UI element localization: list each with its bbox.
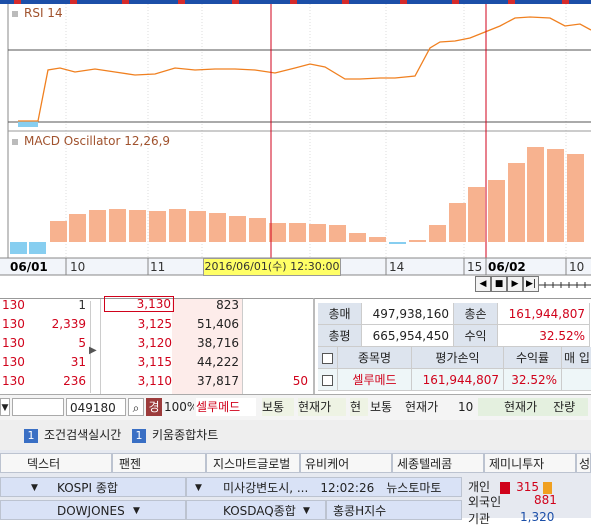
orderbook-row[interactable]: 130 1 3,130 823 [0, 295, 313, 314]
macd-bars [10, 147, 584, 254]
date-label: 06/02 [488, 260, 526, 274]
index-kospi[interactable]: ▼ KOSPI 종합 [0, 477, 186, 497]
ticker-stock[interactable]: 유비케어 [300, 453, 392, 473]
order-type-2[interactable]: 보통 [370, 398, 402, 416]
total-eval-label: 총평 [318, 325, 362, 347]
account-input[interactable] [12, 398, 64, 416]
price-type-2[interactable]: 현재가 [405, 398, 455, 416]
total-pl-label: 총손 [454, 303, 498, 325]
ticker-stock[interactable]: 세종텔레콤 [392, 453, 484, 473]
order-type-1[interactable]: 보통 [262, 398, 294, 416]
holding-pl: 161,944,807 [412, 369, 504, 391]
total-pl-value: 161,944,807 [498, 303, 590, 325]
next-button[interactable]: ▶ [507, 276, 523, 292]
date-label: 06/01 [10, 260, 48, 274]
chart-canvas [0, 0, 591, 296]
holding-name[interactable]: 셀루메드 [338, 369, 412, 391]
price-type-1b[interactable]: 현 [350, 398, 368, 416]
index-hsce[interactable]: 홍콩H지수 [326, 500, 462, 520]
chart-panel[interactable]: RSI 14 MACD Oscillator 12,26,9 06/01 10 … [0, 0, 591, 298]
orderbook-row[interactable]: 130 31 3,115 44,222 [0, 352, 313, 371]
date-label: 15 [467, 260, 483, 274]
prev-button[interactable]: ◀ [475, 276, 491, 292]
ticker-stock[interactable]: 제미니투자 [484, 453, 576, 473]
tab-condition-search[interactable]: 1 조건검색실시간 [24, 426, 121, 444]
orderbook-row[interactable]: 130 236 3,110 37,817 50 [0, 371, 313, 390]
date-label: 10 [70, 260, 86, 274]
stock-code-input[interactable]: 049180 [66, 398, 126, 416]
ticker-stock[interactable]: 지스마트글로벌 [206, 453, 300, 473]
index-kosdaq[interactable]: KOSDAQ종합 ▼ [186, 500, 326, 520]
investor-foreign-label: 외국인 [468, 495, 502, 509]
stop-button[interactable]: ■ [491, 276, 507, 292]
index-dowjones[interactable]: DOWJONES ▼ [0, 500, 186, 520]
warning-badge: 경 [146, 398, 162, 416]
balance-panel: 총매 497,938,160 총손 161,944,807 총평 665,954… [313, 298, 591, 395]
col-rate-header[interactable]: 수익률 [504, 347, 562, 369]
select-all-checkbox[interactable] [318, 347, 338, 369]
return-value: 32.52% [498, 325, 590, 347]
end-button[interactable]: ▶| [523, 276, 539, 292]
window-tabs: 1 조건검색실시간 1 키움종합차트 [0, 420, 591, 450]
row-checkbox[interactable] [318, 369, 338, 391]
holding-rate: 32.52% [504, 369, 562, 391]
date-label: 11 [150, 260, 166, 274]
margin-rate: 100% [164, 400, 194, 414]
dropdown-icon[interactable]: ▼ [0, 398, 10, 416]
orderbook: ▶ 130 1 3,130 823 130 2,339 3,125 51,406… [0, 295, 313, 395]
order-toolbar: ▼ 049180 ⌕ 경 100% 셀루메드 보통 현재가 현 보통 현재가 1… [0, 394, 591, 422]
ticker-stock[interactable]: 성 [576, 453, 591, 473]
stock-name: 셀루메드 [196, 398, 256, 416]
price-type-1[interactable]: 현재가 [298, 398, 346, 416]
tab-chart[interactable]: 1 키움종합차트 [132, 426, 218, 444]
total-eval-value: 665,954,450 [362, 325, 454, 347]
date-label: 10 [569, 260, 585, 274]
col-buy-header[interactable]: 매 입 [562, 347, 591, 369]
ticker-stock[interactable]: 팬젠 [112, 453, 206, 473]
investor-inst-value: 1,320 [520, 510, 555, 524]
investor-foreign-value: 881 [534, 493, 557, 507]
date-label: 14 [389, 260, 405, 274]
return-label: 수익 [454, 325, 498, 347]
rsi-label: RSI 14 [12, 6, 63, 20]
total-buy-label: 총매 [318, 303, 362, 325]
total-buy-value: 497,938,160 [362, 303, 454, 325]
col-pl-header[interactable]: 평가손익 [412, 347, 504, 369]
news-ticker[interactable]: ▼ 미사강변도시, ... 12:02:26 뉴스토마토 [186, 477, 462, 497]
col-name-header[interactable]: 종목명 [338, 347, 412, 369]
ticker-stock[interactable]: 덱스터 [0, 453, 112, 473]
qty-field[interactable]: 10 [458, 398, 476, 416]
investor-inst-label: 기관 [468, 512, 491, 526]
ticker-bar: 덱스터 팬젠 지스마트글로벌 유비케어 세종텔레콤 제미니투자 성 ▼ KOSPI… [0, 450, 591, 526]
orderbook-row[interactable]: 130 5 3,120 38,716 [0, 333, 313, 352]
price-type-3[interactable]: 현재가 잔량 [478, 398, 588, 416]
macd-label: MACD Oscillator 12,26,9 [12, 134, 170, 148]
time-tooltip: 2016/06/01(수) 12:30:00 [203, 258, 341, 276]
orderbook-row[interactable]: 130 2,339 3,125 51,406 [0, 314, 313, 333]
search-icon[interactable]: ⌕ [128, 398, 144, 416]
